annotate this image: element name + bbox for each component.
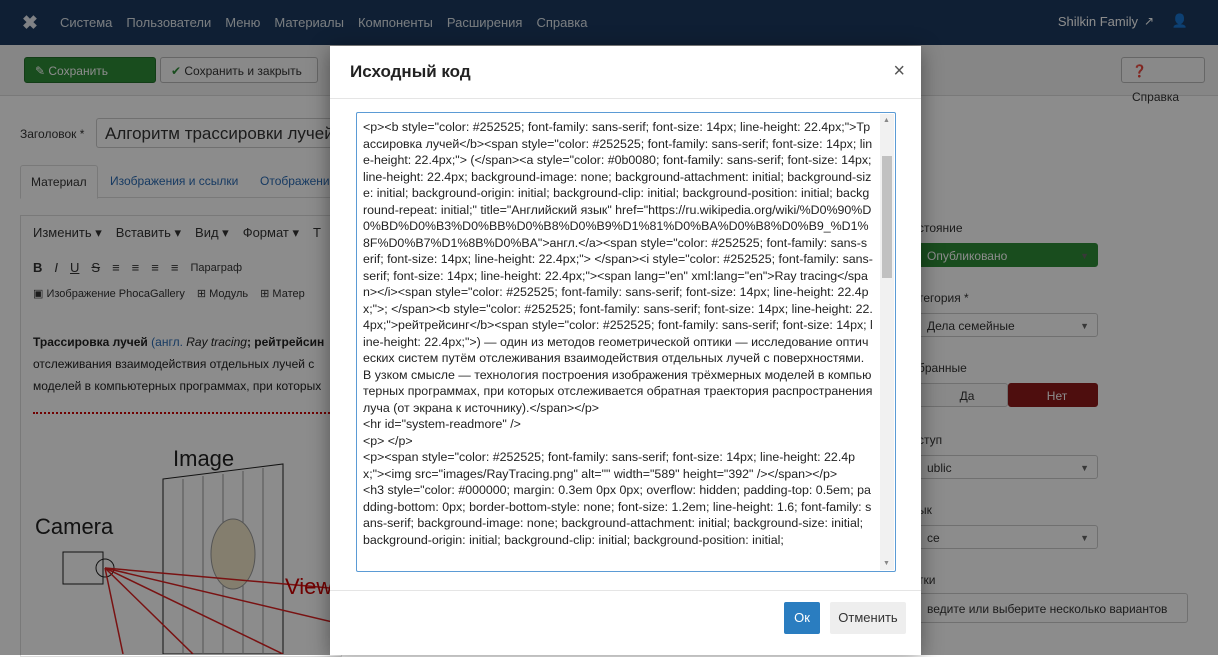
ok-button[interactable]: Ок	[784, 602, 820, 634]
scrollbar-thumb[interactable]	[882, 156, 892, 278]
scroll-down-icon[interactable]: ▼	[883, 560, 890, 567]
source-code-dialog: Исходный код × <p><b style="color: #2525…	[330, 46, 921, 655]
source-code-content[interactable]: <p><b style="color: #252525; font-family…	[357, 113, 895, 571]
dialog-title: Исходный код	[350, 62, 471, 81]
textarea-scrollbar[interactable]: ▲ ▼	[880, 114, 894, 570]
source-code-textarea[interactable]: <p><b style="color: #252525; font-family…	[356, 112, 896, 572]
dialog-header-divider	[330, 98, 921, 99]
cancel-button[interactable]: Отменить	[830, 602, 906, 634]
dialog-footer-divider	[330, 590, 921, 591]
scroll-up-icon[interactable]: ▲	[883, 117, 890, 124]
close-icon[interactable]: ×	[893, 61, 905, 81]
